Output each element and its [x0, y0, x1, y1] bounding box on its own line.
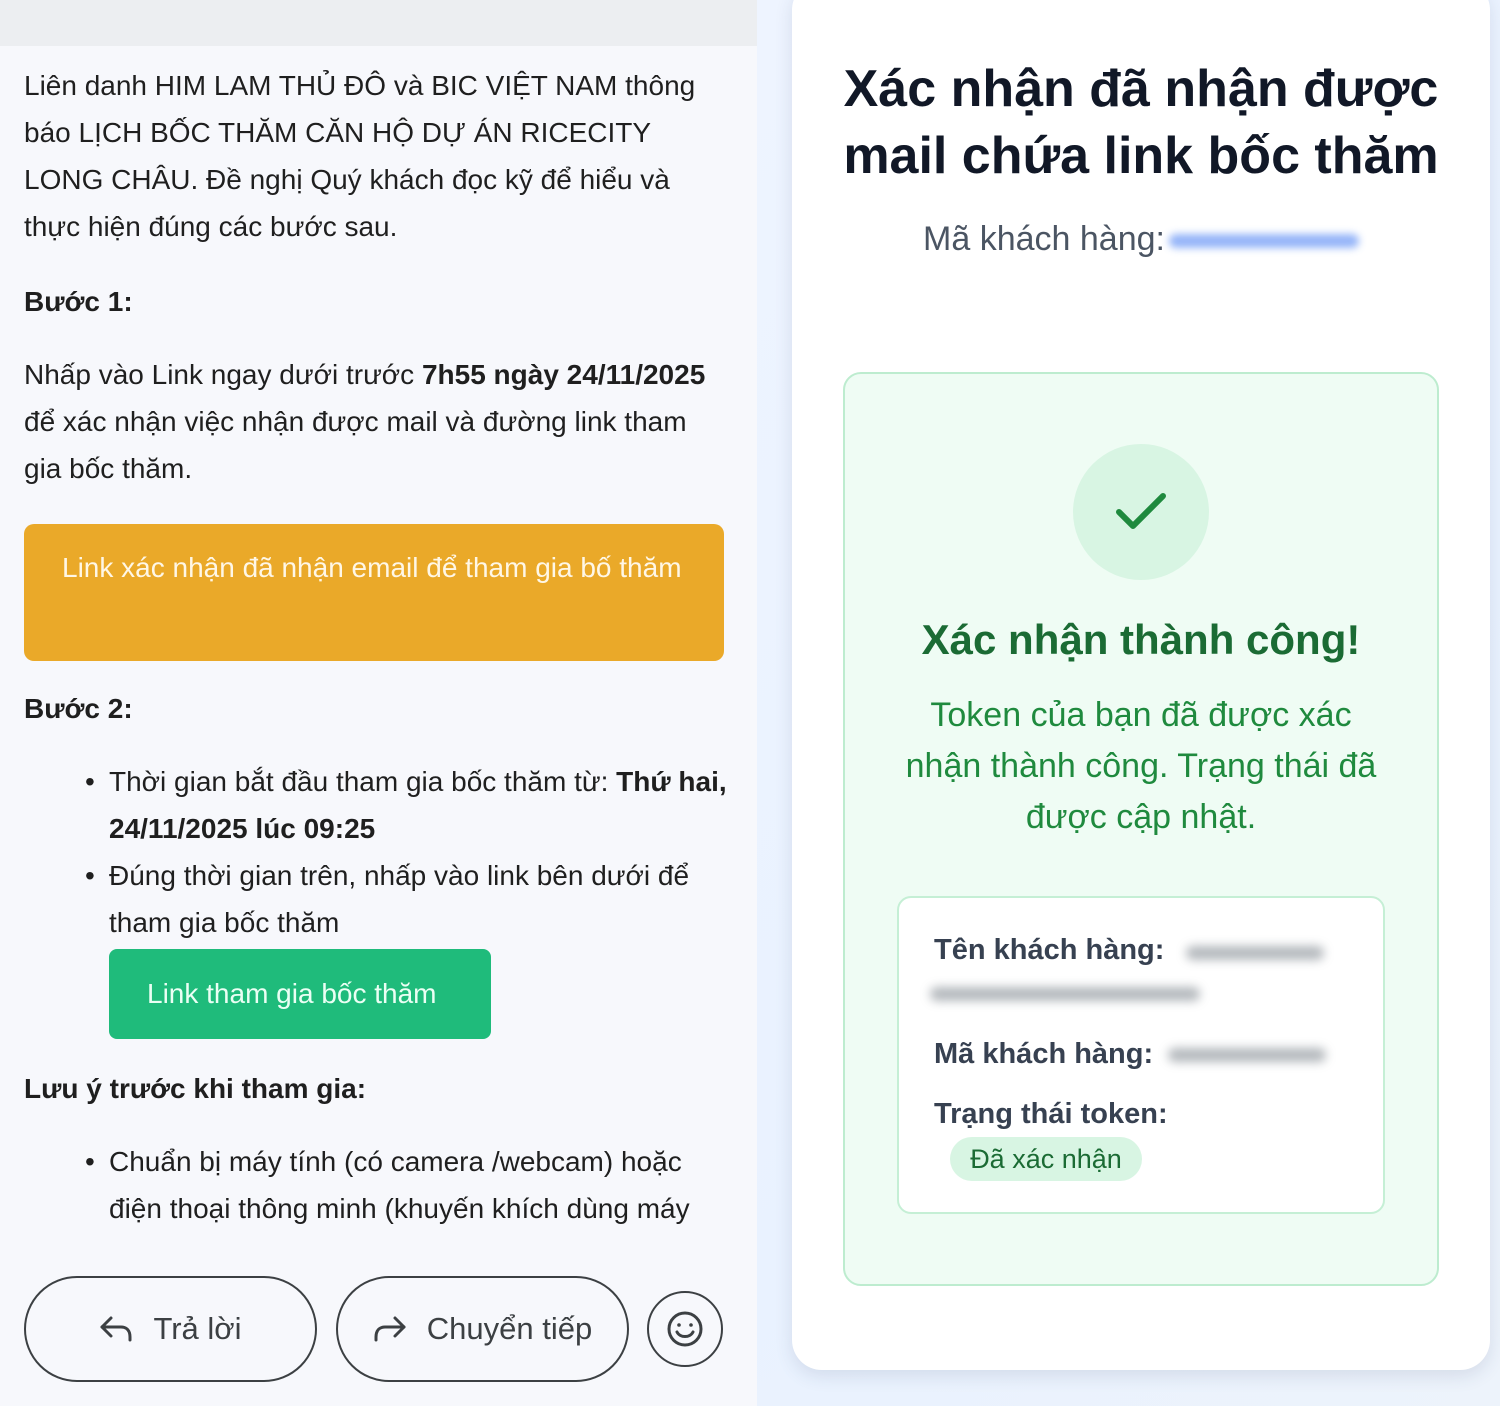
success-message: Token của bạn đã được xác nhận thành côn…	[905, 696, 1377, 836]
email-body: Liên danh HIM LAM THỦ ĐÔ và BIC VIỆT NAM…	[24, 62, 730, 1232]
token-status-label: Trạng thái token:	[934, 1098, 1168, 1130]
success-check-badge	[1073, 444, 1209, 580]
step2-list: Thời gian bắt đầu tham gia bốc thăm từ: …	[24, 758, 730, 946]
step1-instruction: Nhấp vào Link ngay dưới trước 7h55 ngày …	[24, 359, 706, 484]
confirm-email-link-button[interactable]: Link xác nhận đã nhận email để tham gia …	[24, 524, 724, 661]
step2-label: Bước 2:	[24, 693, 133, 724]
status-badge: Đã xác nhận	[950, 1137, 1142, 1181]
forward-arrow-icon	[374, 1316, 406, 1342]
redacted-customer-name	[1186, 946, 1324, 960]
redacted-customer-name-line2	[930, 987, 1200, 1001]
email-intro: Liên danh HIM LAM THỦ ĐÔ và BIC VIỆT NAM…	[24, 70, 696, 242]
redacted-customer-code-info	[1168, 1048, 1326, 1062]
list-item: Đúng thời gian trên, nhấp vào link bên d…	[85, 852, 730, 946]
reply-label: Trả lời	[153, 1311, 242, 1346]
smiley-icon	[667, 1311, 703, 1347]
page-title: Xác nhận đã nhận được mail chứa link bốc…	[843, 60, 1439, 185]
join-draw-link-button[interactable]: Link tham gia bốc thăm	[109, 949, 491, 1039]
step1-deadline: 7h55 ngày 24/11/2025	[421, 359, 706, 390]
redacted-customer-code	[1168, 234, 1359, 249]
note-list: Chuẩn bị máy tính (có camera /webcam) ho…	[24, 1138, 730, 1232]
success-title: Xác nhận thành công!	[921, 616, 1361, 663]
emoji-reaction-button[interactable]	[647, 1291, 723, 1367]
step1-label: Bước 1:	[24, 286, 133, 317]
customer-code-label: Mã khách hàng:	[923, 220, 1165, 258]
customer-code-info-label: Mã khách hàng:	[934, 1038, 1154, 1070]
list-item: Chuẩn bị máy tính (có camera /webcam) ho…	[85, 1138, 730, 1232]
reply-arrow-icon	[100, 1316, 132, 1342]
email-header-strip	[0, 0, 757, 46]
customer-name-label: Tên khách hàng:	[934, 934, 1165, 966]
reply-button[interactable]: Trả lời	[24, 1276, 317, 1382]
list-item: Thời gian bắt đầu tham gia bốc thăm từ: …	[85, 758, 730, 852]
note-label: Lưu ý trước khi tham gia:	[24, 1073, 367, 1104]
forward-label: Chuyển tiếp	[426, 1311, 593, 1346]
checkmark-icon	[1116, 493, 1166, 529]
customer-code-header: Mã khách hàng:	[792, 220, 1490, 259]
forward-button[interactable]: Chuyển tiếp	[336, 1276, 629, 1382]
